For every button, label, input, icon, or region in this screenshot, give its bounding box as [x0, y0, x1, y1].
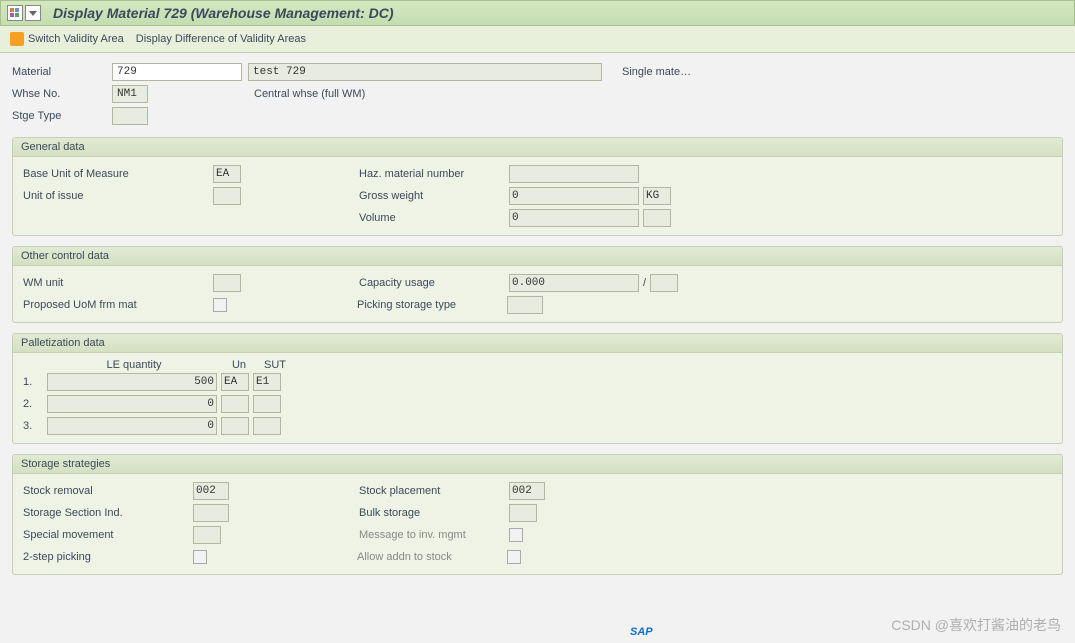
special-movement-input[interactable] [193, 526, 221, 544]
material-desc-input[interactable] [248, 63, 602, 81]
capacity-input[interactable] [509, 274, 639, 292]
display-difference-button[interactable]: Display Difference of Validity Areas [136, 33, 306, 45]
material-label: Material [12, 66, 112, 78]
whse-label: Whse No. [12, 88, 112, 100]
un-header: Un [221, 359, 257, 371]
pallet-row-num: 2. [23, 398, 47, 410]
pallet-sut-input[interactable] [253, 395, 281, 413]
storage-section-input[interactable] [193, 504, 229, 522]
sap-logo: SAP [630, 626, 653, 638]
two-step-checkbox[interactable] [193, 550, 207, 564]
stock-removal-input[interactable] [193, 482, 229, 500]
general-data-section: General data Base Unit of Measure Haz. m… [12, 137, 1063, 236]
haz-number-input[interactable] [509, 165, 639, 183]
haz-number-label: Haz. material number [359, 168, 509, 180]
allow-addn-label: Allow addn to stock [357, 551, 507, 563]
picking-storage-label: Picking storage type [357, 299, 507, 311]
watermark-text: CSDN @喜欢打酱油的老鸟 [891, 615, 1061, 635]
storage-strategies-header: Storage strategies [13, 455, 1062, 474]
gross-weight-unit-input[interactable] [643, 187, 671, 205]
pallet-qty-input[interactable] [47, 373, 217, 391]
base-uom-input[interactable] [213, 165, 241, 183]
window-title: Display Material 729 (Warehouse Manageme… [53, 5, 394, 21]
switch-validity-label: Switch Validity Area [28, 33, 124, 45]
bulk-storage-label: Bulk storage [359, 507, 509, 519]
material-input[interactable] [112, 63, 242, 81]
palletization-section: Palletization data LE quantity Un SUT 1.… [12, 333, 1063, 444]
capacity-separator: / [639, 277, 650, 289]
unit-issue-label: Unit of issue [23, 190, 213, 202]
capacity-unit-input[interactable] [650, 274, 678, 292]
volume-unit-input[interactable] [643, 209, 671, 227]
pallet-row: 2. [23, 393, 1052, 415]
palletization-header: Palletization data [13, 334, 1062, 353]
special-movement-label: Special movement [23, 529, 193, 541]
bulk-storage-input[interactable] [509, 504, 537, 522]
volume-label: Volume [359, 212, 509, 224]
wm-unit-label: WM unit [23, 277, 213, 289]
pallet-un-input[interactable] [221, 373, 249, 391]
general-data-header: General data [13, 138, 1062, 157]
whse-input[interactable] [112, 85, 148, 103]
gross-weight-input[interactable] [509, 187, 639, 205]
msg-inv-mgmt-checkbox[interactable] [509, 528, 523, 542]
pallet-sut-input[interactable] [253, 417, 281, 435]
stge-type-label: Stge Type [12, 110, 112, 122]
views-icon[interactable] [7, 5, 23, 21]
dropdown-icon[interactable] [25, 5, 41, 21]
whse-desc-text: Central whse (full WM) [248, 88, 365, 100]
proposed-uom-checkbox[interactable] [213, 298, 227, 312]
title-icon-group [7, 5, 41, 21]
gross-weight-label: Gross weight [359, 190, 509, 202]
base-uom-label: Base Unit of Measure [23, 168, 213, 180]
pallet-un-input[interactable] [221, 395, 249, 413]
unit-issue-input[interactable] [213, 187, 241, 205]
stge-type-input[interactable] [112, 107, 148, 125]
pallet-row: 3. [23, 415, 1052, 437]
two-step-label: 2-step picking [23, 551, 193, 563]
capacity-label: Capacity usage [359, 277, 509, 289]
pallet-qty-input[interactable] [47, 395, 217, 413]
pallet-sut-input[interactable] [253, 373, 281, 391]
sut-header: SUT [257, 359, 293, 371]
volume-input[interactable] [509, 209, 639, 227]
pallet-qty-input[interactable] [47, 417, 217, 435]
storage-section-label: Storage Section Ind. [23, 507, 193, 519]
le-quantity-header: LE quantity [47, 359, 221, 371]
stock-removal-label: Stock removal [23, 485, 193, 497]
pallet-row-num: 3. [23, 420, 47, 432]
other-control-header: Other control data [13, 247, 1062, 266]
pallet-un-input[interactable] [221, 417, 249, 435]
msg-inv-mgmt-label: Message to inv. mgmt [359, 529, 509, 541]
other-control-section: Other control data WM unit Capacity usag… [12, 246, 1063, 323]
proposed-uom-label: Proposed UoM frm mat [23, 299, 213, 311]
material-extra-text: Single mate… [616, 66, 691, 78]
pallet-row: 1. [23, 371, 1052, 393]
switch-validity-button[interactable]: Switch Validity Area [10, 32, 124, 46]
stock-placement-input[interactable] [509, 482, 545, 500]
pallet-row-num: 1. [23, 376, 47, 388]
display-difference-label: Display Difference of Validity Areas [136, 33, 306, 45]
application-toolbar: Switch Validity Area Display Difference … [0, 26, 1075, 53]
storage-strategies-section: Storage strategies Stock removal Stock p… [12, 454, 1063, 575]
window-titlebar: Display Material 729 (Warehouse Manageme… [0, 0, 1075, 26]
picking-storage-input[interactable] [507, 296, 543, 314]
stock-placement-label: Stock placement [359, 485, 509, 497]
allow-addn-checkbox[interactable] [507, 550, 521, 564]
switch-icon [10, 32, 24, 46]
wm-unit-input[interactable] [213, 274, 241, 292]
